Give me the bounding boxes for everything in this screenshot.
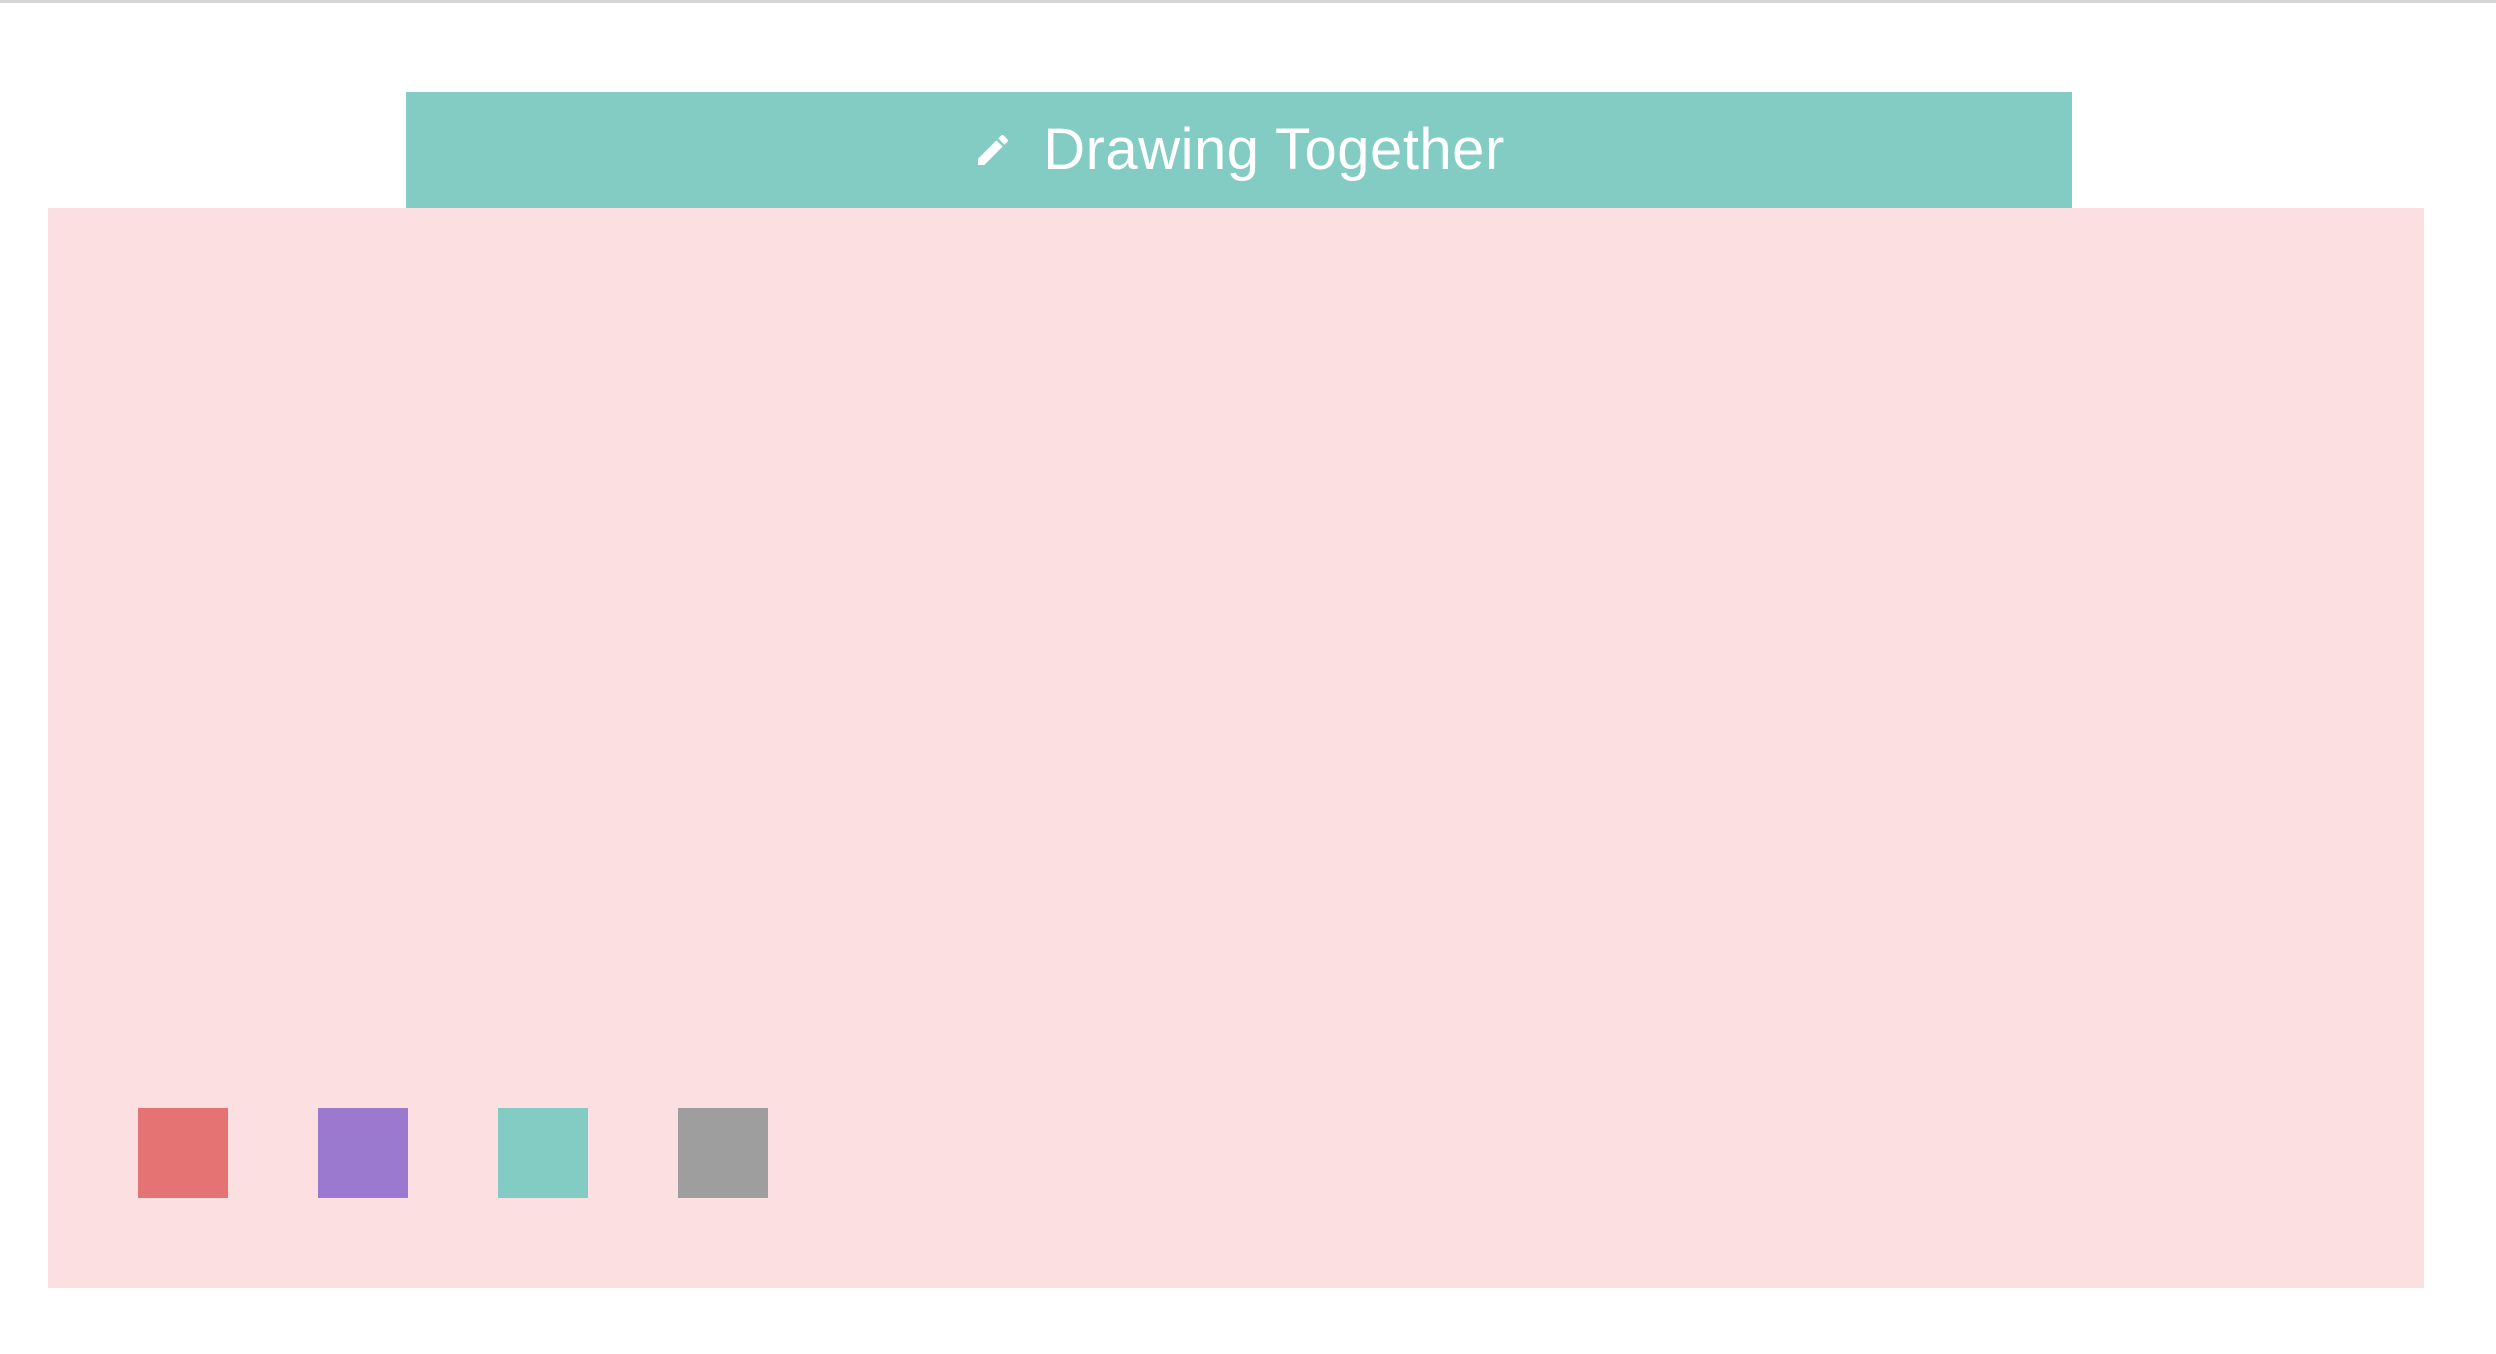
pencil-icon: [973, 130, 1013, 170]
color-swatch-gray[interactable]: [678, 1108, 768, 1198]
color-swatch-red[interactable]: [138, 1108, 228, 1198]
color-swatch-teal[interactable]: [498, 1108, 588, 1198]
page-title: Drawing Together: [1043, 117, 1505, 182]
app-header: Drawing Together: [406, 92, 2072, 208]
color-swatch-purple[interactable]: [318, 1108, 408, 1198]
color-palette: [138, 1108, 768, 1198]
top-divider: [0, 0, 2496, 3]
